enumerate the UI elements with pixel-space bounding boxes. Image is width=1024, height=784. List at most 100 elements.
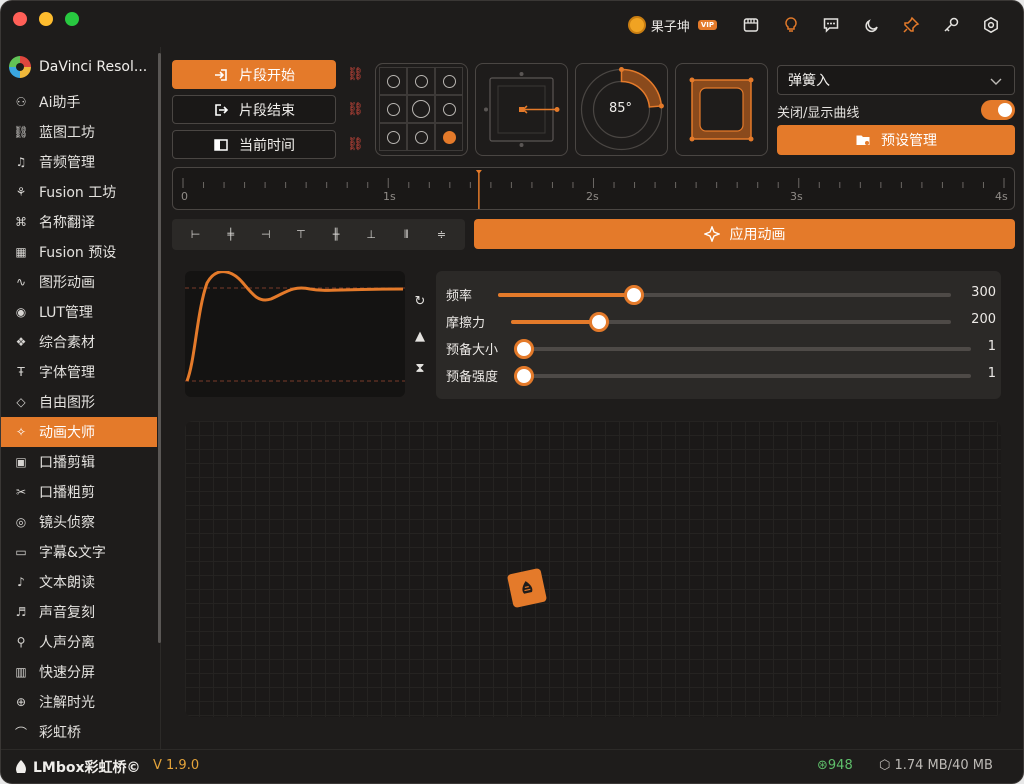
align-top-icon[interactable]: ⊤: [291, 228, 311, 241]
align-center-v-icon[interactable]: ╫: [326, 228, 346, 241]
align-right-icon[interactable]: ⊣: [256, 228, 276, 241]
align-center-h-icon[interactable]: ╪: [221, 228, 241, 241]
distribute-v-icon[interactable]: ≑: [431, 228, 451, 241]
hourglass-icon[interactable]: ⧗: [411, 359, 429, 377]
rotation-panel[interactable]: 85°: [575, 63, 668, 156]
user-profile[interactable]: 果子坤 VIP: [627, 16, 717, 35]
anchor-cell[interactable]: [407, 95, 435, 123]
align-bottom-icon[interactable]: ⊥: [361, 228, 381, 241]
sidebar-item[interactable]: ♫ 音频管理: [1, 147, 157, 177]
align-left-icon[interactable]: ⊢: [186, 228, 206, 241]
sidebar-item[interactable]: ▦ Fusion 预设: [1, 237, 157, 267]
slider-knob[interactable]: [514, 366, 534, 386]
store-button[interactable]: [731, 11, 771, 39]
sidebar-item[interactable]: ◉ LUT管理: [1, 297, 157, 327]
easing-curve-preview: [185, 271, 405, 397]
anchor-cell[interactable]: [379, 67, 407, 95]
sidebar-item[interactable]: ♪ 文本朗读: [1, 567, 157, 597]
chat-icon: [823, 18, 839, 33]
parameter-slider[interactable]: [511, 312, 951, 332]
clip-end-button[interactable]: 片段结束: [172, 95, 336, 124]
anchor-dot: [414, 130, 428, 144]
slider-knob[interactable]: [514, 339, 534, 359]
preset-manage-button[interactable]: 预设管理: [777, 125, 1015, 155]
rotation-value: 85°: [609, 101, 633, 116]
sidebar-item[interactable]: ⚘ Fusion 工坊: [1, 177, 157, 207]
timeline-ruler[interactable]: 0 1s 2s 3s 4s: [172, 167, 1015, 210]
anchor-dot: [386, 102, 400, 116]
sidebar-item[interactable]: ⊕ 注解时光: [1, 687, 157, 717]
minimize-window-button[interactable]: [39, 12, 53, 26]
sidebar-item[interactable]: ◇ 自由图形: [1, 387, 157, 417]
font-icon: Ŧ: [17, 365, 25, 379]
anchor-cell[interactable]: [379, 123, 407, 151]
warning-icon[interactable]: ▲: [411, 327, 429, 345]
anchor-cell[interactable]: [435, 95, 463, 123]
current-time-button[interactable]: 当前时间: [172, 130, 336, 159]
app-brand[interactable]: DaVinci Resol...: [9, 56, 147, 78]
credit-count[interactable]: ⊛948: [817, 758, 853, 773]
sparkle-icon: [703, 226, 720, 242]
sidebar-item[interactable]: ♬ 声音复刻: [1, 597, 157, 627]
parameter-slider[interactable]: [514, 339, 971, 359]
position-panel[interactable]: [475, 63, 568, 156]
distribute-h-icon[interactable]: ⫴: [396, 228, 416, 242]
parameter-slider[interactable]: [498, 285, 951, 305]
theme-button[interactable]: [851, 11, 891, 39]
anchor-cell[interactable]: [435, 123, 463, 151]
playhead-handle[interactable]: [475, 170, 482, 174]
pin-button[interactable]: [891, 11, 931, 39]
link-icon[interactable]: ⛓: [347, 137, 364, 152]
version-label: V 1.9.0: [153, 758, 200, 773]
reset-icon[interactable]: ↻: [411, 292, 429, 310]
sidebar-item[interactable]: ▭ 字幕&文字: [1, 537, 157, 567]
chevron-down-icon: [990, 78, 1002, 85]
anchor-cell[interactable]: [379, 95, 407, 123]
close-window-button[interactable]: [13, 12, 27, 26]
curve-toggle[interactable]: [981, 100, 1015, 120]
link-icon[interactable]: ⛓: [347, 102, 364, 117]
vocal-split-icon: ⚲: [16, 635, 26, 649]
sidebar-item[interactable]: ⚇ Ai助手: [1, 87, 157, 117]
sidebar-item[interactable]: ∿ 图形动画: [1, 267, 157, 297]
slider-knob[interactable]: [589, 312, 609, 332]
slider-knob[interactable]: [623, 285, 644, 305]
sidebar-item[interactable]: ⌘ 名称翻译: [1, 207, 157, 237]
tips-button[interactable]: [771, 11, 811, 39]
link-icon[interactable]: ⛓: [347, 67, 364, 82]
robot-icon: ⚇: [15, 95, 27, 109]
scale-panel[interactable]: [675, 63, 768, 156]
rainbow-icon: ⌒: [14, 725, 27, 740]
sidebar-item[interactable]: Ŧ 字体管理: [1, 357, 157, 387]
apply-animation-button[interactable]: 应用动画: [474, 219, 1015, 249]
anchor-cell[interactable]: [407, 67, 435, 95]
anchor-cell[interactable]: [435, 67, 463, 95]
sidebar-item[interactable]: ⌒ 彩虹桥: [1, 717, 157, 747]
microphone-icon: ♪: [17, 575, 25, 589]
anchor-cell[interactable]: [407, 123, 435, 151]
license-button[interactable]: [931, 11, 971, 39]
animated-object[interactable]: [506, 567, 548, 609]
parameter-label: 频率: [446, 289, 473, 304]
camera-scan-icon: ◎: [15, 515, 27, 529]
sidebar-item[interactable]: ▥ 快速分屏: [1, 657, 157, 687]
maximize-window-button[interactable]: [65, 12, 79, 26]
parameter-slider[interactable]: [514, 366, 971, 386]
anchor-dot: [442, 74, 456, 88]
settings-button[interactable]: [971, 11, 1011, 39]
clip-start-button[interactable]: 片段开始: [172, 60, 336, 89]
sidebar-scrollbar[interactable]: [158, 53, 161, 643]
parameter-label: 预备强度: [446, 370, 499, 385]
animation-canvas[interactable]: [185, 421, 1001, 717]
sidebar-item[interactable]: ❖ 综合素材: [1, 327, 157, 357]
sidebar-item[interactable]: ✂ 口播粗剪: [1, 477, 157, 507]
sidebar-item[interactable]: ◎ 镜头侦察: [1, 507, 157, 537]
sidebar-item-label: 注解时光: [39, 695, 95, 711]
sidebar-item[interactable]: ✧ 动画大师: [1, 417, 157, 447]
sidebar-item[interactable]: ▣ 口播剪辑: [1, 447, 157, 477]
sidebar-item[interactable]: ⛓ 蓝图工坊: [1, 117, 157, 147]
sidebar-item[interactable]: ⚲ 人声分离: [1, 627, 157, 657]
feedback-button[interactable]: [811, 11, 851, 39]
sidebar-item-label: Fusion 工坊: [39, 185, 117, 201]
preset-select[interactable]: 弹簧入: [777, 65, 1015, 95]
